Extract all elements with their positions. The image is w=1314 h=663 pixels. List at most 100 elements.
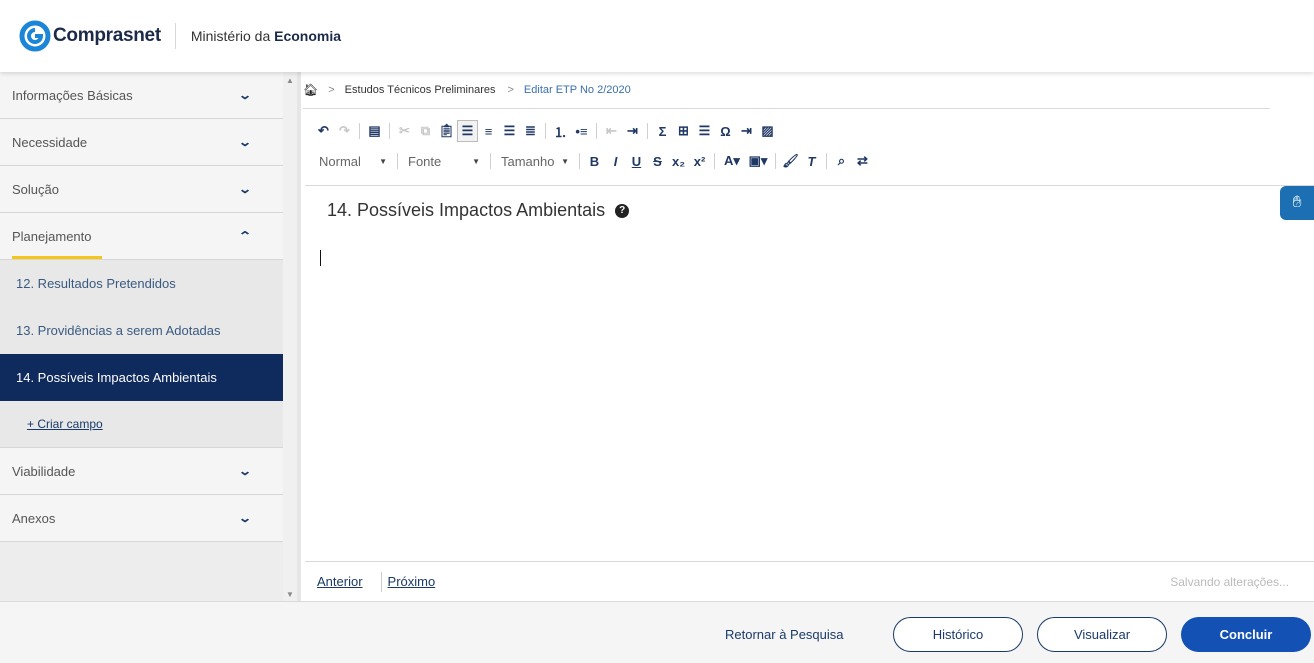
toolbar-separator [775,153,776,169]
dropdown-arrow-icon: ▼ [561,156,569,166]
undo-icon[interactable]: ↶ [313,120,334,142]
justify-icon[interactable]: ≣ [520,120,541,142]
editor-toolbar: ↶ ↷ ▤ ✂ ⧉ 📋︎ ☰ ≡ ☰ ≣ ⒈ •≡ ⇤ ⇥ Σ ⊞ ☰ Ω ⇥ … [313,116,1273,176]
chevron-down-icon: ⌄ [237,182,253,196]
toolbar-separator [596,123,597,139]
background-color-icon[interactable]: ▣▾ [745,150,771,172]
sidebar-item-planejamento[interactable]: Planejamento ⌃ [0,213,283,260]
sidebar-subitem-impactos-ambientais[interactable]: 14. Possíveis Impactos Ambientais [0,354,283,401]
bold-icon[interactable]: B [584,150,605,172]
sidebar-item-solucao[interactable]: Solução ⌄ [0,166,283,213]
italic-icon[interactable]: I [605,150,626,172]
superscript-icon[interactable]: x² [689,150,710,172]
nav-divider [380,571,382,592]
subscript-icon[interactable]: x₂ [668,150,689,172]
outdent-icon[interactable]: ⇤ [601,120,622,142]
dropdown-arrow-icon: ▼ [379,156,387,166]
accessibility-hands-icon[interactable]: ✋︎ [1280,186,1314,220]
home-icon[interactable]: 🏠︎ [303,83,318,97]
strikethrough-icon[interactable]: S [647,150,668,172]
footer-actions: Retornar à Pesquisa Histórico Visualizar… [0,601,1314,663]
toolbar-separator [389,123,390,139]
return-to-search-link[interactable]: Retornar à Pesquisa [725,627,844,642]
image-icon[interactable]: ▨ [757,120,778,142]
text-editor-area[interactable] [320,250,321,266]
page-break-icon[interactable]: ⇥ [736,120,757,142]
active-section-underline [12,256,102,259]
toolbar-separator [579,153,580,169]
format-select[interactable]: Normal ▼ [313,154,393,169]
numbered-list-icon[interactable]: ⒈ [550,120,571,142]
sidebar-item-label: Planejamento [12,228,92,244]
align-right-icon[interactable]: ☰ [499,120,520,142]
sidebar-item-viabilidade[interactable]: Viabilidade ⌄ [0,448,283,495]
ministry-label: Ministério da Economia [191,28,341,44]
scroll-down-icon[interactable]: ▼ [286,590,294,599]
sidebar-subitem-resultados-pretendidos[interactable]: 12. Resultados Pretendidos [0,260,283,307]
breadcrumb-separator: > [507,84,514,96]
horizontal-line-icon[interactable]: ☰ [694,120,715,142]
bulleted-list-icon[interactable]: •≡ [571,120,592,142]
toolbar-separator [826,153,827,169]
editor-divider [305,185,1314,186]
replace-icon[interactable]: ⇄ [852,150,873,172]
dropdown-arrow-icon: ▼ [472,156,480,166]
chevron-up-icon: ⌃ [237,229,253,243]
sidebar-item-label: Solução [12,181,59,197]
header-divider [174,23,176,49]
preview-button[interactable]: Visualizar [1037,617,1167,652]
sidebar-scrollbar[interactable]: ▲ ▼ [283,72,297,601]
chevron-down-icon: ⌄ [237,464,253,478]
align-left-icon[interactable]: ☰ [457,120,478,142]
chevron-down-icon: ⌄ [237,511,253,525]
underline-icon[interactable]: U [626,150,647,172]
chevron-down-icon: ⌄ [237,88,253,102]
next-link[interactable]: Próximo [388,574,436,589]
remove-format-icon[interactable]: T [801,150,822,172]
sidebar-item-label: Anexos [12,510,56,526]
toolbar-row-1: ↶ ↷ ▤ ✂ ⧉ 📋︎ ☰ ≡ ☰ ≣ ⒈ •≡ ⇤ ⇥ Σ ⊞ ☰ Ω ⇥ … [313,116,1273,146]
comprasnet-logo[interactable]: Comprasnet [19,20,161,52]
app-header: Comprasnet Ministério da Economia [0,0,1314,72]
finish-button[interactable]: Concluir [1181,617,1311,652]
save-status: Salvando alterações... [1170,574,1289,589]
breadcrumb-current: Editar ETP No 2/2020 [523,84,631,96]
help-icon[interactable]: ? [615,203,630,218]
font-select[interactable]: Fonte ▼ [402,154,486,169]
sidebar-item-label: Informações Básicas [12,87,133,103]
toolbar-row-2: Normal ▼ Fonte ▼ Tamanho ▼ B I U S x₂ x²… [313,146,1273,176]
align-center-icon[interactable]: ≡ [478,120,499,142]
toolbar-separator [397,153,398,169]
breadcrumb-item[interactable]: Estudos Técnicos Preliminares [345,84,496,96]
sigma-icon[interactable]: Σ [652,120,673,142]
special-char-icon[interactable]: Ω [715,120,736,142]
field-title-text: 14. Possíveis Impactos Ambientais [327,200,606,220]
scroll-up-icon[interactable]: ▲ [286,76,294,85]
ministry-prefix: Ministério da [190,28,271,44]
indent-icon[interactable]: ⇥ [622,120,643,142]
table-icon[interactable]: ⊞ [673,120,694,142]
find-icon[interactable]: ⌕ [831,150,852,172]
cut-icon[interactable]: ✂ [394,120,415,142]
previous-link[interactable]: Anterior [317,574,363,589]
copy-icon[interactable]: ⧉ [415,120,436,142]
text-color-icon[interactable]: A▾ [719,150,745,172]
comprasnet-logo-icon [19,20,51,52]
sidebar-item-anexos[interactable]: Anexos ⌄ [0,495,283,542]
paste-icon[interactable]: 📋︎ [436,120,457,142]
size-select[interactable]: Tamanho ▼ [495,154,575,169]
template-icon[interactable]: ▤ [364,120,385,142]
sidebar-item-label: Viabilidade [12,463,76,479]
sidebar-subitem-providencias[interactable]: 13. Providências a serem Adotadas [0,307,283,354]
sidebar-item-informacoes-basicas[interactable]: Informações Básicas ⌄ [0,72,283,119]
field-nav-bar: Anterior Próximo Salvando alterações... [305,561,1314,601]
size-select-value: Tamanho [501,153,555,169]
ministry-name: Economia [274,28,342,44]
toolbar-separator [359,123,360,139]
history-button[interactable]: Histórico [893,617,1023,652]
sidebar-item-necessidade[interactable]: Necessidade ⌄ [0,119,283,166]
copy-format-icon[interactable]: 🖌︎ [780,150,801,172]
breadcrumb-separator: > [328,84,335,96]
create-field-link[interactable]: + Criar campo [0,401,283,448]
redo-icon[interactable]: ↷ [334,120,355,142]
